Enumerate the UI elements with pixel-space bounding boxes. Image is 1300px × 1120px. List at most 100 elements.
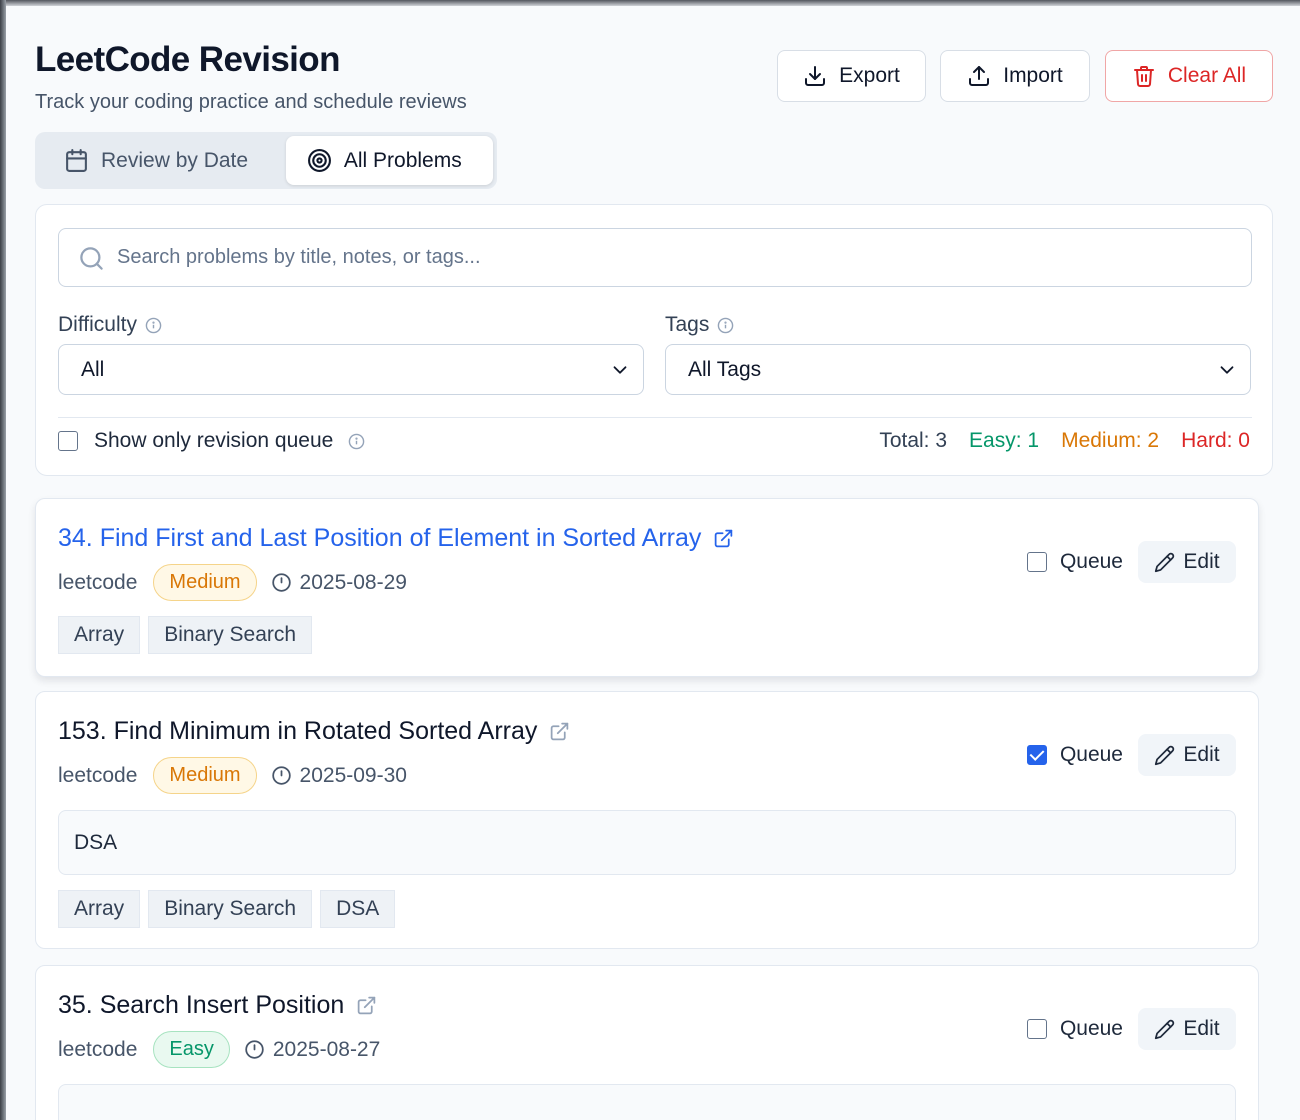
external-link-icon (715, 529, 733, 548)
tag-list: Array Binary Search DSA (58, 890, 396, 928)
queue-label: Queue (1059, 550, 1123, 573)
problem-actions: Queue Edit (1026, 734, 1236, 776)
queue-checkbox[interactable] (1026, 745, 1047, 765)
search-box (58, 228, 1252, 287)
problem-source: leetcode (58, 1037, 138, 1061)
review-date-text: 2025-08-27 (272, 1037, 381, 1061)
pencil-icon (1155, 1019, 1175, 1039)
window-frame-top (0, 0, 1300, 6)
problem-title: 153. Find Minimum in Rotated Sorted Arra… (58, 717, 538, 745)
problem-card: 153. Find Minimum in Rotated Sorted Arra… (35, 691, 1259, 949)
tag-chip: Binary Search (148, 890, 313, 928)
edit-button[interactable]: Edit (1138, 734, 1236, 776)
difficulty-badge: Medium (153, 564, 257, 601)
pencil-icon (1155, 745, 1175, 765)
info-icon (718, 317, 734, 333)
problem-meta: leetcode Medium 2025-09-30 (58, 757, 407, 794)
import-label: Import (1003, 64, 1063, 87)
queue-checkbox[interactable] (1026, 552, 1047, 572)
tab-all-label: All Problems (343, 148, 462, 172)
tab-all-problems[interactable]: All Problems (285, 136, 493, 185)
problem-title: 35. Search Insert Position (58, 991, 345, 1019)
problem-title-link[interactable]: 34. Find First and Last Position of Elem… (58, 524, 734, 553)
clock-icon (245, 1040, 264, 1059)
problem-title: 34. Find First and Last Position of Elem… (58, 524, 702, 552)
problem-notes (58, 1084, 1236, 1120)
problem-actions: Queue Edit (1026, 1008, 1236, 1050)
clear-all-label: Clear All (1167, 64, 1247, 87)
review-date: 2025-09-30 (271, 764, 407, 788)
stat-easy: Easy: 1 (969, 429, 1040, 452)
view-tabs: Review by Date All Problems (35, 132, 497, 189)
problem-card: 35. Search Insert Position leetcode Easy… (35, 965, 1259, 1120)
review-date: 2025-08-27 (244, 1038, 380, 1062)
tag-chip: DSA (320, 890, 396, 928)
review-date-text: 2025-08-29 (299, 570, 407, 594)
pencil-icon (1155, 552, 1175, 572)
revision-queue-label: Show only revision queue (94, 429, 334, 452)
difficulty-select-value: All (81, 357, 105, 381)
tag-chip: Array (58, 890, 141, 928)
clock-icon (271, 573, 291, 592)
difficulty-badge: Medium (153, 757, 257, 794)
chevron-down-icon (1220, 366, 1234, 374)
export-label: Export (839, 64, 900, 87)
tags-filter-label: Tags (665, 313, 734, 337)
tags-label-text: Tags (665, 313, 710, 336)
difficulty-label-text: Difficulty (58, 313, 137, 336)
clock-icon (271, 766, 291, 785)
stat-medium: Medium: 2 (1061, 429, 1160, 452)
trash-icon (1133, 66, 1154, 87)
info-icon (349, 433, 365, 449)
problem-card: 34. Find First and Last Position of Elem… (35, 498, 1259, 677)
revision-queue-checkbox[interactable] (58, 431, 78, 451)
problem-meta: leetcode Easy 2025-08-27 (58, 1031, 380, 1068)
difficulty-filter-label: Difficulty (58, 313, 162, 337)
queue-checkbox[interactable] (1026, 1019, 1047, 1039)
tab-review-label: Review by Date (101, 148, 249, 172)
difficulty-select[interactable]: All (58, 344, 644, 395)
search-input[interactable] (117, 229, 1237, 286)
review-date-text: 2025-09-30 (299, 763, 407, 787)
page-title: LeetCode Revision (35, 40, 340, 79)
tag-chip: Binary Search (148, 616, 313, 654)
problem-title-link[interactable]: 35. Search Insert Position (58, 991, 377, 1020)
stat-total: Total: 3 (879, 429, 948, 452)
filter-divider (58, 417, 1252, 418)
import-button[interactable]: Import (940, 50, 1090, 102)
external-link-icon (358, 996, 376, 1015)
problem-source: leetcode (58, 763, 138, 787)
window-frame-left (0, 0, 6, 1120)
tab-review-by-date[interactable]: Review by Date (39, 136, 282, 185)
problem-source: leetcode (58, 570, 138, 594)
clear-all-button[interactable]: Clear All (1105, 50, 1273, 102)
page-subtitle: Track your coding practice and schedule … (35, 91, 467, 113)
export-button[interactable]: Export (777, 50, 926, 102)
calendar-icon (66, 149, 87, 172)
chevron-down-icon (613, 366, 627, 374)
edit-button[interactable]: Edit (1138, 1008, 1236, 1050)
stat-hard: Hard: 0 (1181, 429, 1250, 452)
revision-queue-filter: Show only revision queue (58, 429, 365, 453)
tag-chip: Array (58, 616, 141, 654)
tags-select[interactable]: All Tags (665, 344, 1251, 395)
problem-notes: DSA (58, 810, 1236, 875)
edit-label: Edit (1183, 743, 1220, 766)
problem-title-link[interactable]: 153. Find Minimum in Rotated Sorted Arra… (58, 717, 570, 746)
review-date: 2025-08-29 (271, 571, 407, 595)
queue-label: Queue (1059, 743, 1123, 766)
edit-label: Edit (1183, 1017, 1220, 1040)
problem-actions: Queue Edit (1026, 541, 1236, 583)
download-icon (805, 66, 826, 86)
edit-button[interactable]: Edit (1138, 541, 1236, 583)
upload-icon (969, 66, 990, 86)
tag-list: Array Binary Search (58, 616, 313, 654)
difficulty-stats: Total: 3 Easy: 1 Medium: 2 Hard: 0 (879, 429, 1250, 453)
search-icon (80, 247, 103, 270)
filter-panel: Difficulty Tags All All Tags Show only r… (35, 204, 1273, 476)
external-link-icon (551, 722, 569, 741)
tags-select-value: All Tags (688, 357, 762, 381)
target-icon (307, 149, 331, 172)
queue-label: Queue (1059, 1017, 1123, 1040)
problem-meta: leetcode Medium 2025-08-29 (58, 564, 407, 601)
